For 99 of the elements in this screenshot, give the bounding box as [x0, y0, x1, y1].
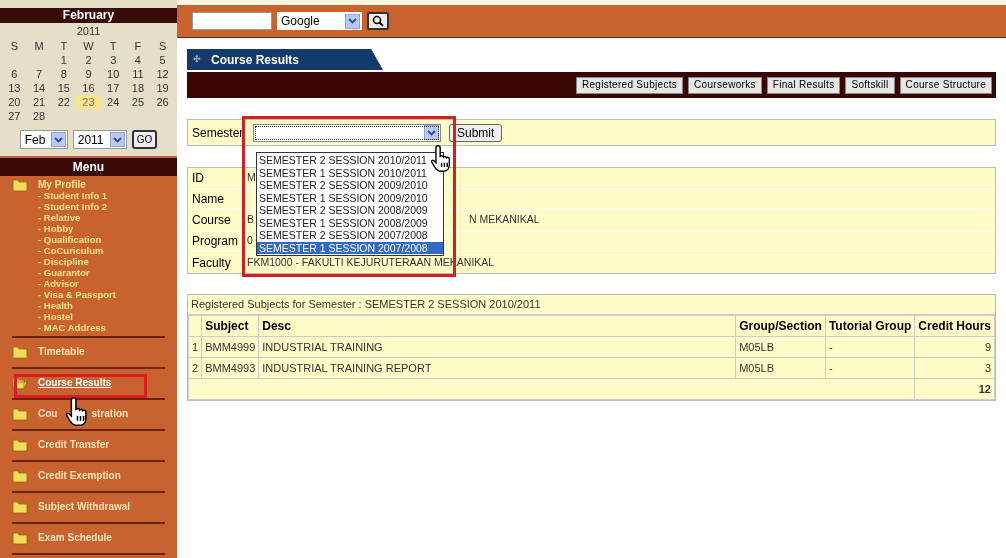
search-button[interactable] — [367, 12, 389, 30]
calendar-day[interactable]: 4 — [125, 53, 151, 67]
calendar-day[interactable]: 16 — [76, 81, 101, 95]
weekday-label: F — [133, 39, 143, 53]
nav-button[interactable]: Course Structure — [899, 76, 992, 94]
nav-button[interactable]: Courseworks — [688, 76, 762, 94]
folder-icon — [12, 532, 28, 545]
page-tab[interactable]: ✣ Course Results — [187, 49, 383, 70]
calendar-day[interactable]: 26 — [150, 95, 175, 109]
weekday-label: M — [33, 39, 45, 53]
menu-item[interactable]: Course Results — [38, 377, 112, 388]
semester-select[interactable] — [253, 123, 441, 142]
column-header: Subject — [201, 315, 259, 337]
calendar-day[interactable]: 23 — [76, 95, 101, 109]
calendar-day[interactable]: 5 — [150, 53, 175, 67]
calendar-day[interactable]: 17 — [100, 81, 126, 95]
calendar-day[interactable]: 15 — [51, 81, 77, 95]
calendar-day[interactable]: 19 — [150, 81, 175, 95]
info-label: Course — [188, 210, 244, 230]
folder-icon — [12, 346, 28, 359]
table-cell: 3 — [914, 357, 995, 379]
semester-label: Semester — [192, 124, 245, 142]
nav-button[interactable]: Softskill — [845, 76, 895, 94]
calendar-day[interactable]: 10 — [100, 67, 126, 81]
dropdown-option[interactable]: SEMESTER 1 SESSION 2009/2010 — [257, 191, 443, 204]
tab-label: Course Results — [211, 51, 300, 69]
open-folder-icon — [12, 377, 28, 390]
menu-title: Menu — [0, 158, 177, 176]
year-select[interactable]: 2011 — [72, 130, 127, 149]
weekday-label: W — [82, 39, 95, 53]
calendar-day[interactable]: 9 — [76, 67, 101, 81]
calendar-year: 2011 — [75, 24, 102, 39]
nav-button[interactable]: Final Results — [766, 76, 841, 94]
dropdown-option[interactable]: SEMESTER 1 SESSION 2008/2009 — [257, 216, 443, 229]
weekday-label: T — [59, 39, 69, 53]
table-cell: 1 — [188, 336, 202, 358]
dropdown-option[interactable]: SEMESTER 2 SESSION 2008/2009 — [257, 204, 443, 217]
calendar-day[interactable]: 2 — [76, 53, 101, 67]
search-engine-select[interactable]: Google — [277, 12, 362, 30]
calendar-day[interactable]: 22 — [51, 95, 77, 109]
weekday-label: S — [9, 39, 19, 53]
calendar-day[interactable]: 20 — [2, 95, 27, 109]
table-cell: 2 — [188, 357, 202, 379]
calendar-day[interactable]: 28 — [26, 109, 52, 123]
table-cell: M05LB — [735, 336, 826, 358]
column-header: Credit Hours — [914, 315, 995, 337]
info-label: ID — [188, 168, 244, 188]
calendar-day[interactable]: 27 — [2, 109, 27, 123]
table-cell: - — [825, 357, 915, 379]
folder-icon — [12, 179, 28, 192]
calendar-day[interactable]: 25 — [125, 95, 151, 109]
info-value: 0 — [247, 233, 253, 249]
table-cell: 9 — [914, 336, 995, 358]
info-label: Name — [188, 189, 244, 209]
dropdown-option[interactable]: SEMESTER 2 SESSION 2009/2010 — [257, 179, 443, 192]
column-header: Desc — [258, 315, 736, 337]
calendar-day[interactable]: 24 — [100, 95, 126, 109]
table-cell: - — [825, 336, 915, 358]
total-credit-hours: 12 — [914, 378, 995, 400]
calendar-day[interactable]: 1 — [51, 53, 77, 67]
calendar-month: February — [0, 8, 177, 23]
dropdown-option[interactable]: SEMESTER 1 SESSION 2007/2008 — [257, 241, 443, 254]
folder-icon — [12, 408, 28, 421]
weekday-label: T — [108, 39, 118, 53]
calendar-day[interactable]: 7 — [26, 67, 52, 81]
search-icon — [372, 15, 384, 27]
calendar-day[interactable]: 3 — [100, 53, 126, 67]
info-value: N MEKANIKAL — [469, 212, 540, 228]
table-cell: BMM4999 — [201, 336, 259, 358]
column-header: Tutorial Group — [825, 315, 915, 337]
table-cell: INDUSTRIAL TRAINING — [258, 336, 736, 358]
calendar-day[interactable]: 6 — [2, 67, 27, 81]
folder-icon — [12, 439, 28, 452]
folder-icon — [12, 501, 28, 514]
search-field[interactable] — [192, 12, 272, 30]
info-value: B — [247, 212, 254, 228]
table-cell: M05LB — [735, 357, 826, 379]
calendar-day[interactable]: 11 — [125, 67, 151, 81]
submit-button[interactable]: Submit — [449, 123, 503, 142]
table-cell: BMM4993 — [201, 357, 259, 379]
table-cell: INDUSTRIAL TRAINING REPORT — [258, 357, 736, 379]
calendar-day[interactable]: 14 — [26, 81, 52, 95]
folder-icon — [12, 470, 28, 483]
month-select[interactable]: Feb — [19, 130, 68, 149]
calendar-day[interactable]: 12 — [150, 67, 175, 81]
calendar-day[interactable]: 18 — [125, 81, 151, 95]
calendar-day[interactable]: 8 — [51, 67, 77, 81]
nav-button[interactable]: Registered Subjects — [575, 76, 684, 94]
calendar-day[interactable]: 21 — [26, 95, 52, 109]
tab-bullet: ✣ — [193, 52, 201, 66]
calendar-day[interactable]: 13 — [2, 81, 27, 95]
dropdown-option[interactable]: SEMESTER 2 SESSION 2007/2008 — [257, 229, 443, 242]
go-button[interactable]: GO — [131, 130, 158, 149]
table-caption: Registered Subjects for Semester : SEMESTER 2 SESSION 2010/2011 — [188, 295, 995, 315]
weekday-label: S — [157, 39, 168, 53]
info-label: Program — [188, 231, 244, 251]
column-header: Group/Section — [735, 315, 826, 337]
info-value: M — [247, 170, 256, 186]
info-label: Faculty — [188, 252, 244, 273]
